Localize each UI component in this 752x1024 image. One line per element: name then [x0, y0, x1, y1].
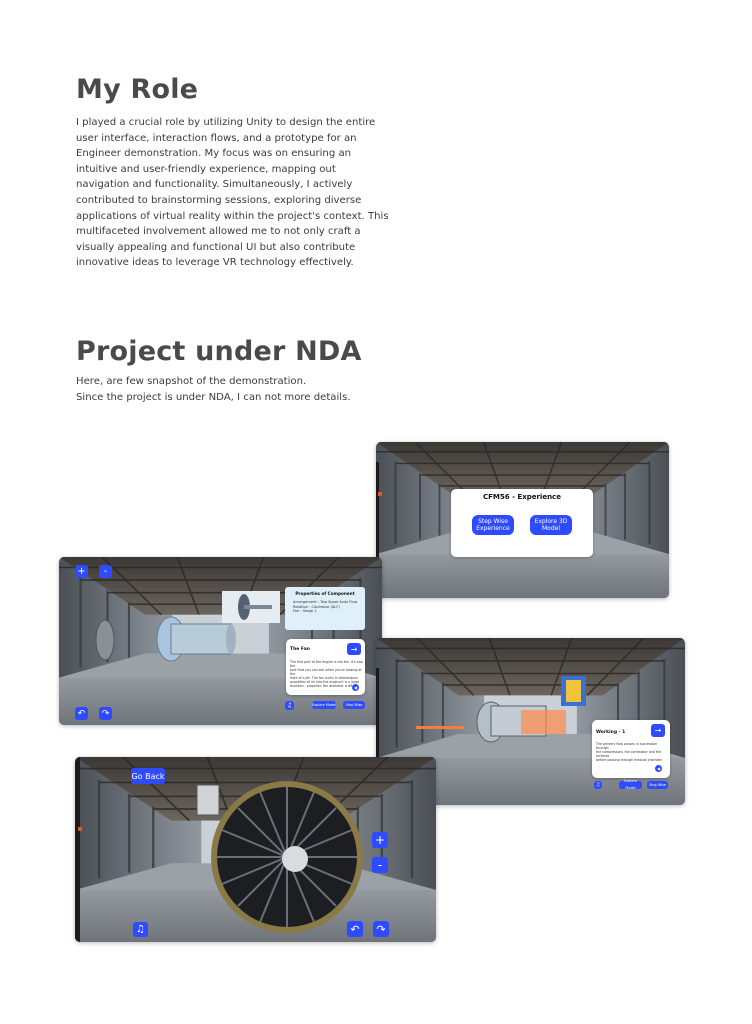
zoom-out-button[interactable]: -: [99, 565, 112, 578]
fan-info-title: The Fan: [290, 647, 310, 652]
record-indicator-icon: [378, 492, 382, 496]
role-description: I played a crucial role by utilizing Uni…: [76, 117, 389, 269]
explore-3d-model-button[interactable]: Explore 3D Model: [530, 515, 572, 535]
music-toggle-button[interactable]: ♫: [133, 922, 148, 937]
rotate-right-button[interactable]: ↷: [373, 921, 389, 937]
nda-heading: Project under NDA: [76, 336, 362, 367]
side-bar: [376, 462, 379, 572]
music-toggle-button[interactable]: ♫: [285, 701, 294, 710]
rotate-left-button[interactable]: ↶: [347, 921, 363, 937]
engine-model: [95, 616, 236, 662]
next-arrow-button[interactable]: →: [347, 643, 361, 655]
properties-panel: Properties of Component Arrangement : Tw…: [285, 587, 365, 630]
fan-info-card: The Fan → The first part of the engine i…: [286, 639, 365, 695]
working-info-card: Working - 1 → The primary flow passes in…: [592, 720, 670, 778]
record-indicator-icon: [78, 827, 82, 831]
fan-model: [196, 781, 363, 933]
properties-text: Arrangement : Two Spool Axial Flow Rotat…: [293, 600, 358, 614]
properties-title: Properties of Component: [295, 591, 355, 596]
side-bar: [75, 757, 80, 942]
working-info-text: The primary flow passes in succession th…: [596, 742, 662, 762]
experience-dialog: CFM56 - Experience Step Wise Experience …: [451, 489, 593, 557]
cutaway-engine-model: [416, 676, 586, 743]
explore-model-button[interactable]: Explore Model: [619, 779, 642, 790]
audio-icon[interactable]: ◀: [352, 684, 359, 691]
step-wise-button[interactable]: Step Wise: [343, 701, 365, 709]
music-toggle-button[interactable]: ♫: [594, 781, 602, 789]
explore-model-button[interactable]: Explore Model: [312, 701, 336, 709]
next-arrow-button[interactable]: →: [651, 724, 665, 737]
rotate-right-button[interactable]: ↷: [99, 707, 112, 720]
audio-icon[interactable]: ◀: [655, 765, 662, 772]
fan-thumbnail-image: [222, 591, 280, 623]
zoom-in-button[interactable]: +: [75, 565, 88, 578]
rotate-left-button[interactable]: ↶: [75, 707, 88, 720]
step-wise-experience-button[interactable]: Step Wise Experience: [472, 515, 514, 535]
role-heading: My Role: [76, 74, 199, 105]
step-wise-button[interactable]: Step Wise: [647, 781, 668, 789]
zoom-in-button[interactable]: +: [372, 832, 388, 848]
screenshot-fan-closeup: Go Back + - ♫ ↶ ↷: [75, 757, 436, 942]
working-info-title: Working - 1: [596, 730, 626, 735]
nda-description: Here, are few snapshot of the demonstrat…: [76, 376, 351, 403]
screenshot-fan-properties: + - Properties of Component Arrangement …: [59, 557, 382, 725]
screenshot-experience-menu: CFM56 - Experience Step Wise Experience …: [376, 442, 669, 598]
experience-title: CFM56 - Experience: [483, 493, 561, 501]
zoom-out-button[interactable]: -: [372, 857, 388, 873]
go-back-button[interactable]: Go Back: [131, 768, 165, 784]
